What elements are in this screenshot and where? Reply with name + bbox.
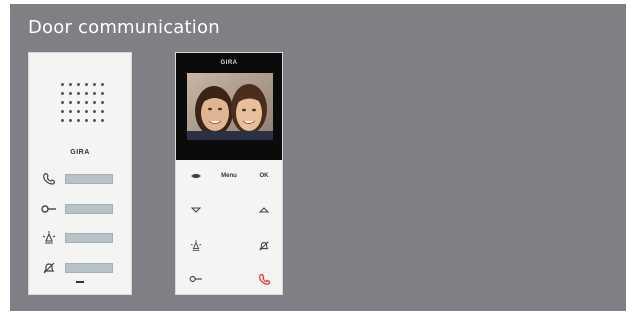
brand-logo: GIRA xyxy=(70,149,90,156)
page-title: Door communication xyxy=(28,17,220,38)
key-icon[interactable] xyxy=(186,273,206,285)
call-button[interactable] xyxy=(65,174,113,184)
internal-call-icon[interactable] xyxy=(188,171,204,181)
menu-button[interactable]: Menu xyxy=(215,171,243,181)
microphone-slot xyxy=(76,281,84,283)
key-icon xyxy=(41,201,57,217)
audio-intercom-device: GIRA xyxy=(28,52,132,295)
audio-row-mute[interactable] xyxy=(41,260,125,276)
light-icon[interactable] xyxy=(188,239,204,253)
screen-frame: GIRA xyxy=(176,53,282,160)
bell-mute-icon[interactable] xyxy=(256,239,272,253)
page-panel: Door communication GIRA GIRA Menu OK xyxy=(10,4,626,311)
audio-row-call[interactable] xyxy=(41,171,125,187)
video-intercom-device: GIRA Menu OK xyxy=(175,52,283,295)
video-screen-image xyxy=(187,73,273,140)
speaker-grille xyxy=(61,83,105,131)
handset-icon xyxy=(41,171,57,187)
handset-icon[interactable] xyxy=(256,272,272,286)
down-arrow-icon[interactable] xyxy=(188,205,204,215)
audio-row-light[interactable] xyxy=(41,230,125,246)
bell-mute-icon xyxy=(41,260,57,276)
up-arrow-icon[interactable] xyxy=(256,205,272,215)
mute-button[interactable] xyxy=(65,263,113,273)
brand-logo: GIRA xyxy=(220,60,238,66)
audio-row-door[interactable] xyxy=(41,201,125,217)
door-open-button[interactable] xyxy=(65,204,113,214)
ok-button[interactable]: OK xyxy=(256,171,272,181)
light-button[interactable] xyxy=(65,233,113,243)
light-icon xyxy=(41,230,57,246)
